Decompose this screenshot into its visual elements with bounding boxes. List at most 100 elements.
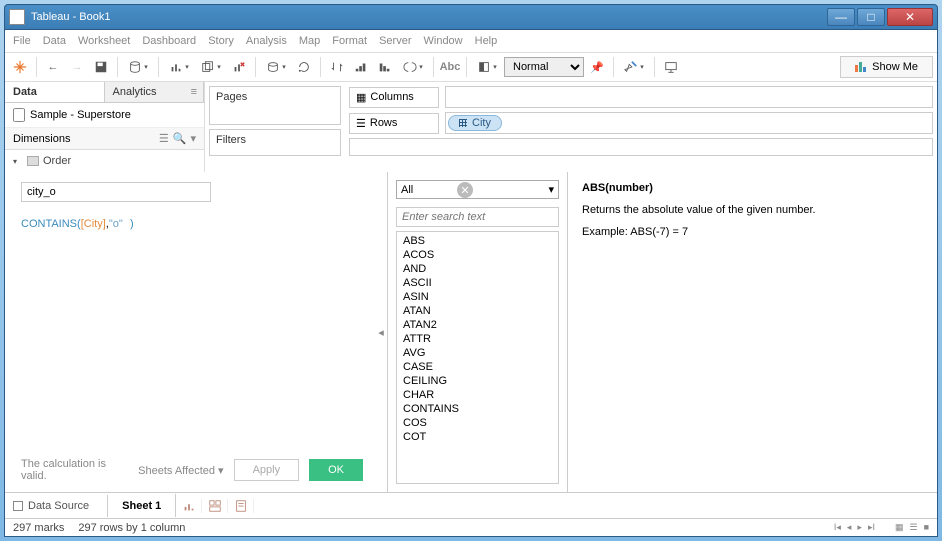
menu-story[interactable]: Story [208, 35, 234, 47]
labels-button[interactable]: Abc [439, 56, 461, 78]
list-item[interactable]: ATTR [397, 332, 558, 346]
function-browser: All▾ ABS ACOS AND ASCII ASIN ATAN ATAN2 … [387, 172, 567, 492]
datasource-tab-icon [13, 501, 23, 511]
list-item[interactable]: ASIN [397, 290, 558, 304]
window-title: Tableau - Book1 [31, 11, 827, 23]
viewsize-button[interactable] [472, 56, 502, 78]
show-me-button[interactable]: Show Me [840, 56, 933, 78]
list-item[interactable]: COT [397, 430, 558, 444]
folder-icon [27, 156, 39, 166]
list-item[interactable]: CONTAINS [397, 402, 558, 416]
new-story-tab[interactable] [228, 499, 254, 513]
clear-button[interactable] [228, 56, 250, 78]
forward-button[interactable]: → [66, 56, 88, 78]
filters-shelf[interactable]: Filters [209, 129, 341, 156]
new-worksheet-tab[interactable] [176, 499, 202, 513]
list-item[interactable]: ACOS [397, 248, 558, 262]
list-item[interactable]: ASCII [397, 276, 558, 290]
validation-msg: The calculation is valid. [21, 458, 128, 482]
menu-dashboard[interactable]: Dashboard [142, 35, 196, 47]
formula-function: CONTAINS [21, 218, 77, 230]
collapse-handle[interactable]: ◂ [375, 172, 387, 492]
list-item[interactable]: CASE [397, 360, 558, 374]
list-item[interactable]: CEILING [397, 374, 558, 388]
pin-button[interactable]: 📌 [586, 56, 608, 78]
nav-next-icon[interactable]: ▸ [857, 522, 862, 533]
list-item[interactable]: AND [397, 262, 558, 276]
menu-bar: File Data Worksheet Dashboard Story Anal… [5, 30, 937, 52]
presentation-button[interactable] [660, 56, 682, 78]
function-category-select[interactable]: All▾ [396, 180, 559, 199]
maximize-button[interactable]: □ [857, 8, 885, 26]
autoupdate-button[interactable] [261, 56, 291, 78]
rows-shelf[interactable]: City [445, 112, 933, 134]
toolbar: ← → Abc Normal 📌 Show Me [5, 52, 937, 82]
nav-last-icon[interactable]: ▸I [868, 522, 875, 533]
back-button[interactable]: ← [42, 56, 64, 78]
list-item[interactable]: COS [397, 416, 558, 430]
viz-canvas[interactable] [349, 138, 933, 156]
menu-analysis[interactable]: Analysis [246, 35, 287, 47]
formula-field: [City] [81, 218, 106, 230]
menu-data[interactable]: Data [43, 35, 66, 47]
list-item[interactable]: AVG [397, 346, 558, 360]
view-cards-icon[interactable]: ▦ [895, 522, 904, 533]
apply-button[interactable]: Apply [234, 459, 300, 481]
function-signature: ABS(number) [582, 182, 919, 194]
dims-menu-icon[interactable]: ☰ [159, 132, 169, 145]
new-datasource-button[interactable] [123, 56, 153, 78]
menu-help[interactable]: Help [475, 35, 498, 47]
sort-asc-button[interactable] [350, 56, 372, 78]
tab-data[interactable]: Data [5, 82, 105, 102]
close-button[interactable]: ✕ [887, 8, 933, 26]
tab-analytics[interactable]: Analytics [105, 82, 205, 102]
menu-format[interactable]: Format [332, 35, 367, 47]
tree-order-folder[interactable]: ▾ Order [11, 154, 198, 168]
pill-city[interactable]: City [448, 115, 502, 131]
list-item[interactable]: CHAR [397, 388, 558, 402]
swap-button[interactable] [326, 56, 348, 78]
app-icon [9, 9, 25, 25]
run-button[interactable] [293, 56, 315, 78]
list-item[interactable]: ATAN2 [397, 318, 558, 332]
duplicate-button[interactable] [196, 56, 226, 78]
group-button[interactable] [398, 56, 428, 78]
list-item[interactable]: ATAN [397, 304, 558, 318]
new-worksheet-button[interactable] [164, 56, 194, 78]
view-full-icon[interactable]: ■ [924, 522, 929, 533]
formula-editor[interactable]: CONTAINS([City],"o" ) [21, 216, 363, 230]
menu-window[interactable]: Window [424, 35, 463, 47]
menu-server[interactable]: Server [379, 35, 411, 47]
view-list-icon[interactable]: ☰ [909, 522, 917, 533]
tableau-logo-icon[interactable] [9, 56, 31, 78]
pages-shelf[interactable]: Pages [209, 86, 341, 125]
menu-worksheet[interactable]: Worksheet [78, 35, 130, 47]
calc-name-input[interactable] [21, 182, 211, 202]
close-icon[interactable]: ✕ [457, 182, 473, 198]
dimension-icon [459, 119, 467, 127]
function-list[interactable]: ABS ACOS AND ASCII ASIN ATAN ATAN2 ATTR … [396, 231, 559, 484]
datasource-name: Sample - Superstore [30, 109, 131, 121]
tab-data-source[interactable]: Data Source [5, 495, 108, 517]
tab-sheet1[interactable]: Sheet 1 [108, 493, 176, 517]
nav-prev-icon[interactable]: ◂ [847, 522, 852, 533]
dims-dropdown-icon[interactable]: ▾ [190, 132, 196, 145]
new-dashboard-tab[interactable] [202, 499, 228, 513]
minimize-button[interactable]: — [827, 8, 855, 26]
list-item[interactable]: ABS [397, 234, 558, 248]
sort-desc-button[interactable] [374, 56, 396, 78]
columns-shelf[interactable] [445, 86, 933, 108]
datasource-row[interactable]: Sample - Superstore [5, 103, 204, 128]
function-search-input[interactable] [396, 207, 559, 227]
fit-select[interactable]: Normal [504, 57, 584, 77]
menu-file[interactable]: File [13, 35, 31, 47]
show-me-label: Show Me [872, 61, 918, 73]
calculation-editor: ✕ CONTAINS([City],"o" ) The calculation … [9, 172, 933, 492]
nav-first-icon[interactable]: I◂ [834, 522, 841, 533]
menu-map[interactable]: Map [299, 35, 320, 47]
save-button[interactable] [90, 56, 112, 78]
ok-button[interactable]: OK [309, 459, 363, 481]
highlight-button[interactable] [619, 56, 649, 78]
sheets-affected-dropdown[interactable]: Sheets Affected ▾ [138, 464, 223, 477]
search-icon[interactable]: 🔍 [173, 132, 187, 145]
